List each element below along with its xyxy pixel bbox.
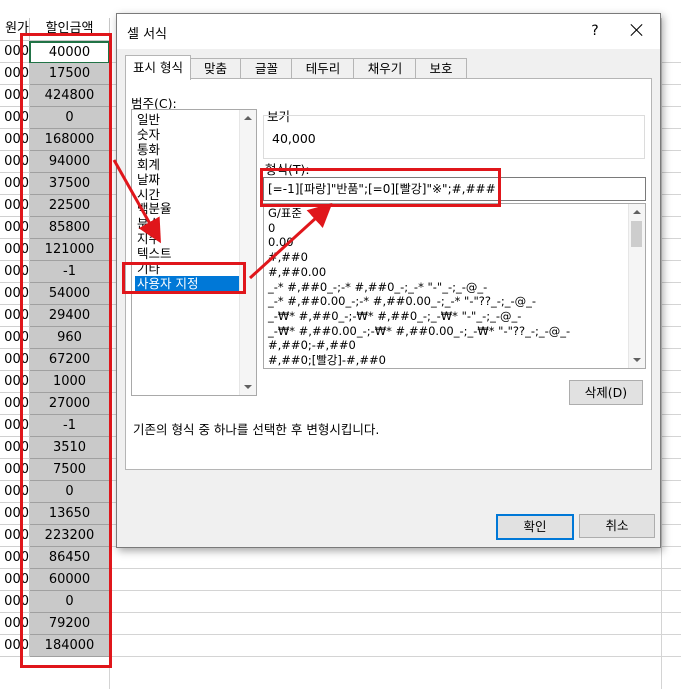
tab-number[interactable]: 표시 형식 (125, 55, 191, 80)
annotation-arrows (112, 159, 333, 280)
arrow-to-category (112, 159, 161, 244)
arrow-to-format (248, 202, 333, 280)
